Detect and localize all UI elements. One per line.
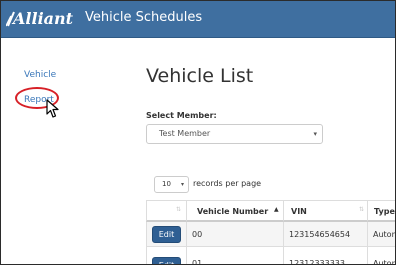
table-cell-action: Edit	[146, 222, 186, 246]
column-header-vehicle-number[interactable]: Vehicle Number ▲	[186, 200, 283, 222]
table-cell-vehicle-number: 00	[186, 222, 283, 246]
table-cell-vehicle-number: 01	[186, 247, 283, 265]
vehicle-number-value: 00	[192, 230, 203, 239]
records-per-page-label: records per page	[193, 179, 262, 188]
column-header-label: Vehicle Number	[197, 207, 269, 216]
sort-icon: ⇅	[359, 206, 365, 213]
edit-button[interactable]: Edit	[152, 226, 181, 243]
main-content: Vehicle List Select Member: Test Member …	[146, 37, 395, 265]
brand-name: Alliant	[13, 9, 74, 28]
vin-value: 123154654654	[289, 230, 351, 239]
type-value: Automo	[373, 259, 395, 265]
chevron-down-icon: ▾	[313, 130, 317, 138]
column-header-label: VIN	[291, 207, 307, 216]
table-cell-vin: 12312333333	[283, 247, 367, 265]
sidebar-item-vehicle[interactable]: Vehicle	[24, 70, 56, 80]
sidebar: Vehicle Report	[1, 37, 121, 264]
alliant-logo[interactable]: Alliant	[6, 8, 74, 30]
vin-value: 12312333333	[289, 259, 345, 265]
chevron-down-icon: ▾	[180, 181, 184, 188]
vehicle-table: ⇅ Vehicle Number ▲ VIN ⇅ Type Edit 00 12…	[146, 200, 395, 265]
app-title: Vehicle Schedules	[85, 10, 203, 25]
sort-ascending-icon: ▲	[274, 206, 279, 213]
top-navbar: Alliant Vehicle Schedules	[1, 1, 395, 38]
table-cell-action: Edit	[146, 247, 186, 264]
table-cell-vin: 123154654654	[283, 222, 367, 246]
table-row: Edit 01 12312333333 Automo	[146, 247, 395, 265]
logo-swoosh-icon	[6, 11, 15, 27]
column-header-actions[interactable]: ⇅	[146, 200, 186, 222]
column-header-vin[interactable]: VIN ⇅	[283, 200, 367, 222]
app-window: Alliant Vehicle Schedules Vehicle Report…	[0, 0, 396, 265]
page-title: Vehicle List	[146, 65, 254, 87]
page-size-select[interactable]: 10 ▾	[154, 176, 189, 193]
table-cell-type: Automo	[367, 247, 395, 265]
vehicle-number-value: 01	[192, 259, 203, 265]
table-cell-type: Automo	[367, 222, 395, 246]
member-select[interactable]: Test Member ▾	[146, 124, 323, 144]
sort-icon: ⇅	[176, 206, 182, 213]
select-member-label: Select Member:	[146, 111, 217, 120]
page-size-value: 10	[162, 180, 171, 188]
table-row: Edit 00 123154654654 Automo	[146, 222, 395, 247]
column-header-label: Type	[374, 207, 395, 216]
edit-button[interactable]: Edit	[152, 257, 181, 264]
member-select-value: Test Member	[159, 129, 211, 138]
type-value: Automo	[373, 230, 395, 239]
mouse-pointer-icon	[46, 99, 59, 118]
column-header-type[interactable]: Type	[367, 200, 395, 222]
